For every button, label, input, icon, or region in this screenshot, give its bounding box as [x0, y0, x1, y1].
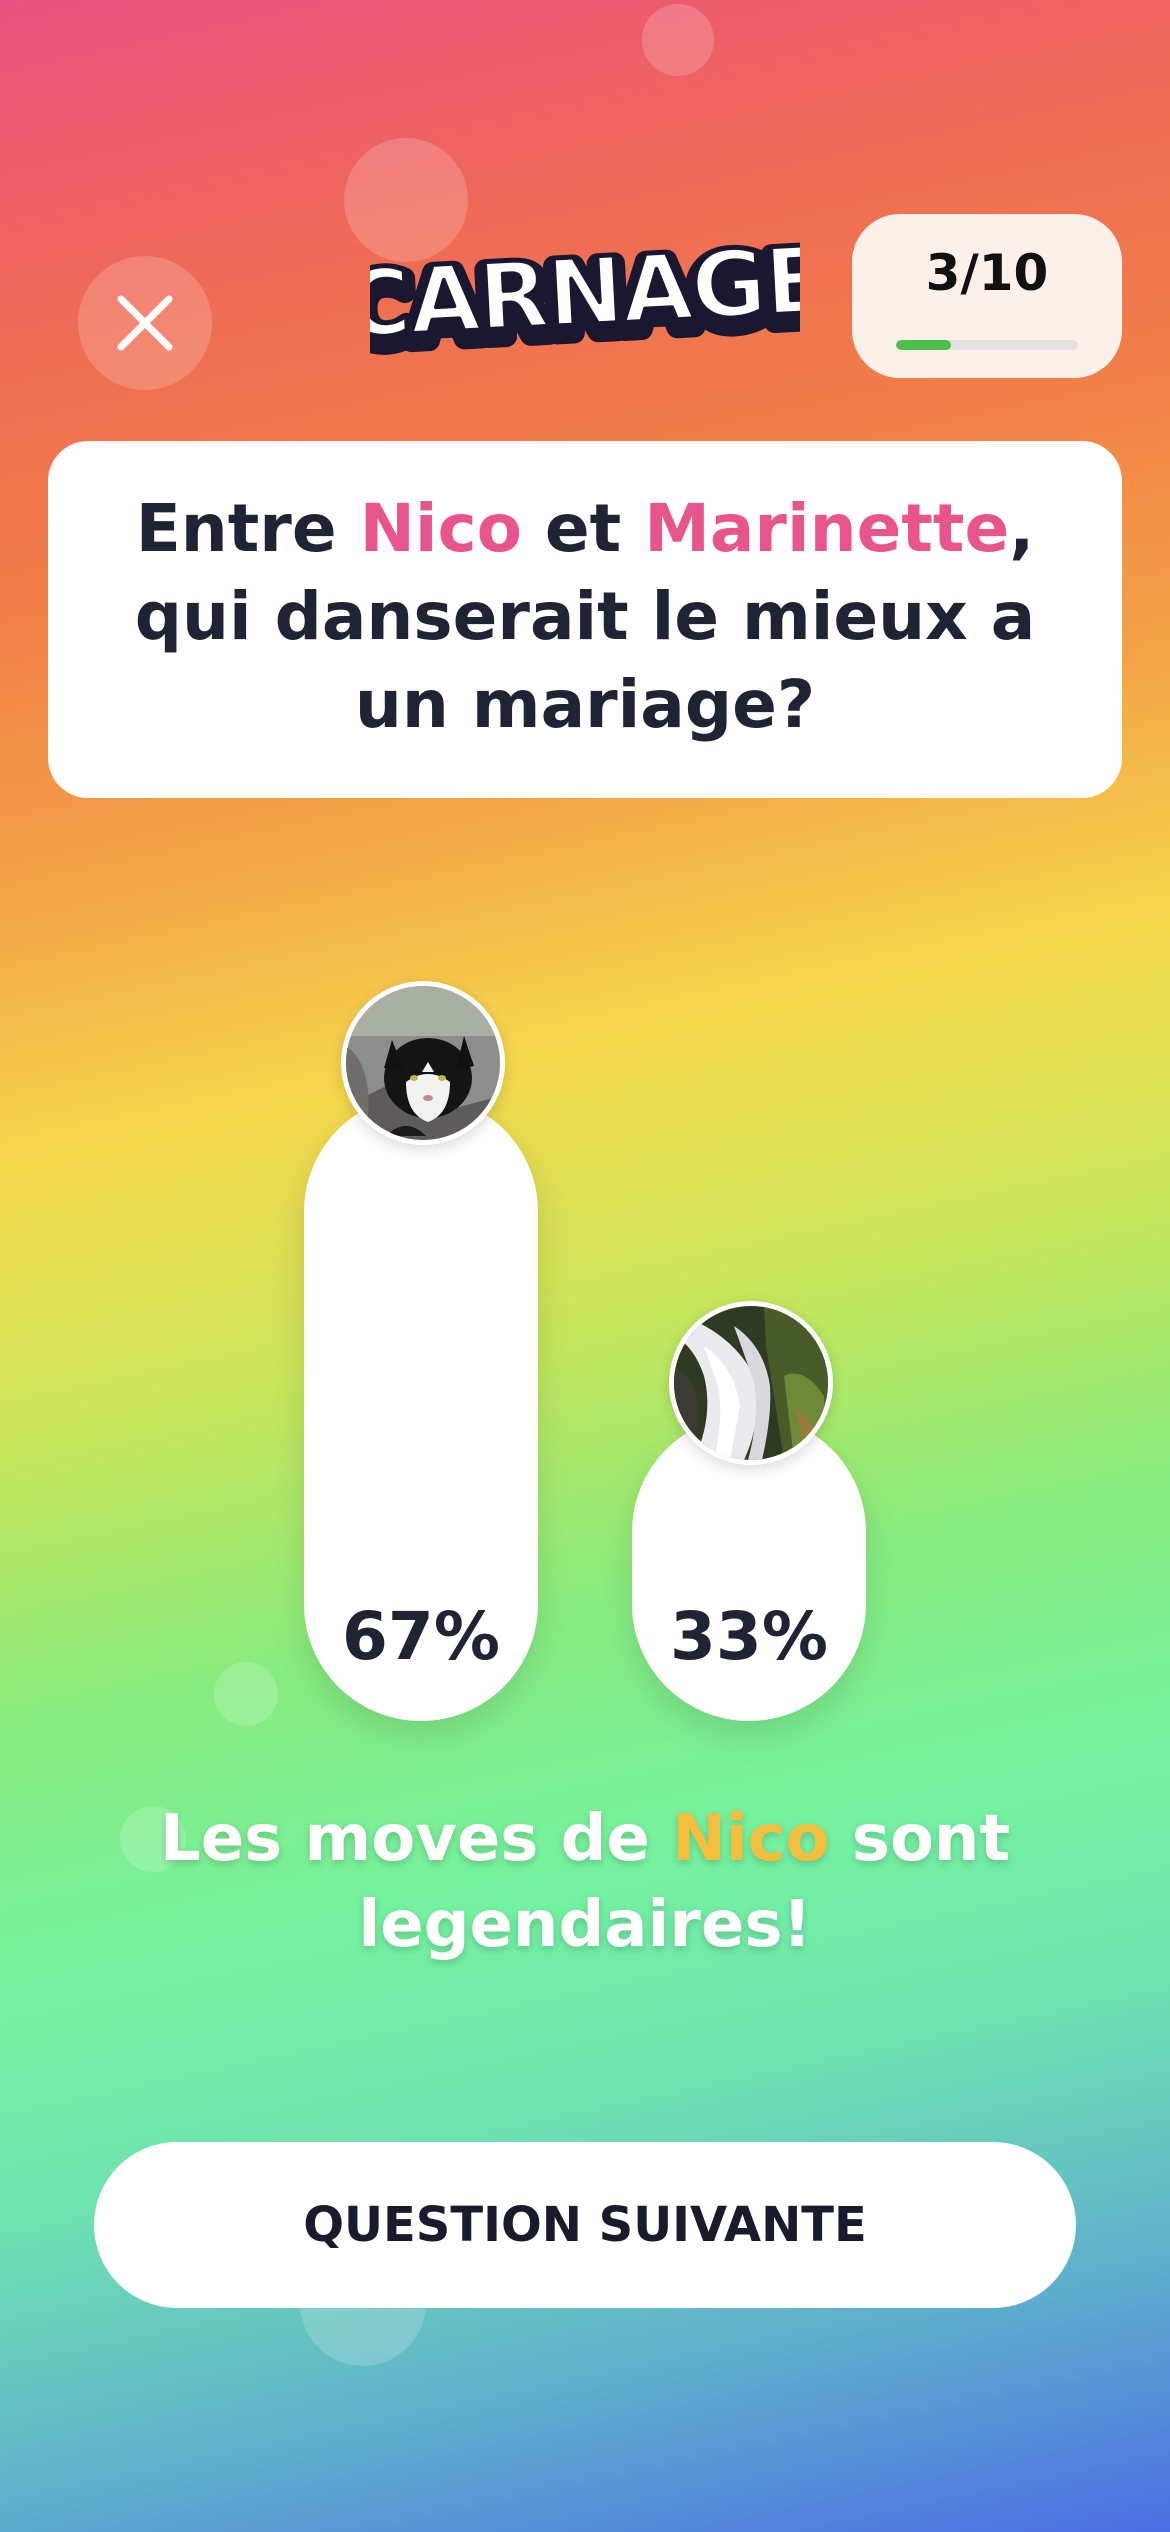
progress-indicator: 3/10 [852, 214, 1122, 378]
question-card: Entre Nico et Marinette, qui danserait l… [48, 441, 1122, 798]
progress-track [896, 340, 1078, 350]
result-message-part-1: Les moves de [159, 1802, 673, 1876]
waterfall-photo [674, 1306, 828, 1460]
player-name-1: Nico [359, 490, 522, 567]
result-percent-nico: 67% [342, 1598, 500, 1675]
progress-fill [896, 340, 951, 350]
close-icon [117, 295, 173, 351]
result-message: Les moves de Nico sont legendaires! [80, 1796, 1090, 1968]
decor-bubble [214, 1662, 278, 1726]
progress-label: 3/10 [925, 244, 1049, 302]
question-part-1: Entre [135, 490, 360, 567]
player-name-2: Marinette [644, 490, 1010, 567]
result-bar-nico: 67% [304, 1095, 538, 1721]
decor-bubble [642, 4, 714, 76]
carnage-logo: CARNAGE CARNAGE [370, 232, 800, 372]
close-button[interactable] [78, 256, 212, 390]
next-question-button[interactable]: QUESTION SUIVANTE [94, 2142, 1076, 2308]
result-winner-name: Nico [672, 1802, 830, 1876]
question-text: Entre Nico et Marinette, qui danserait l… [108, 485, 1062, 749]
result-percent-marinette: 33% [670, 1598, 828, 1675]
cat-photo [346, 986, 500, 1140]
question-part-2: et [521, 490, 645, 567]
avatar-nico [341, 981, 505, 1145]
avatar-marinette [669, 1301, 833, 1465]
